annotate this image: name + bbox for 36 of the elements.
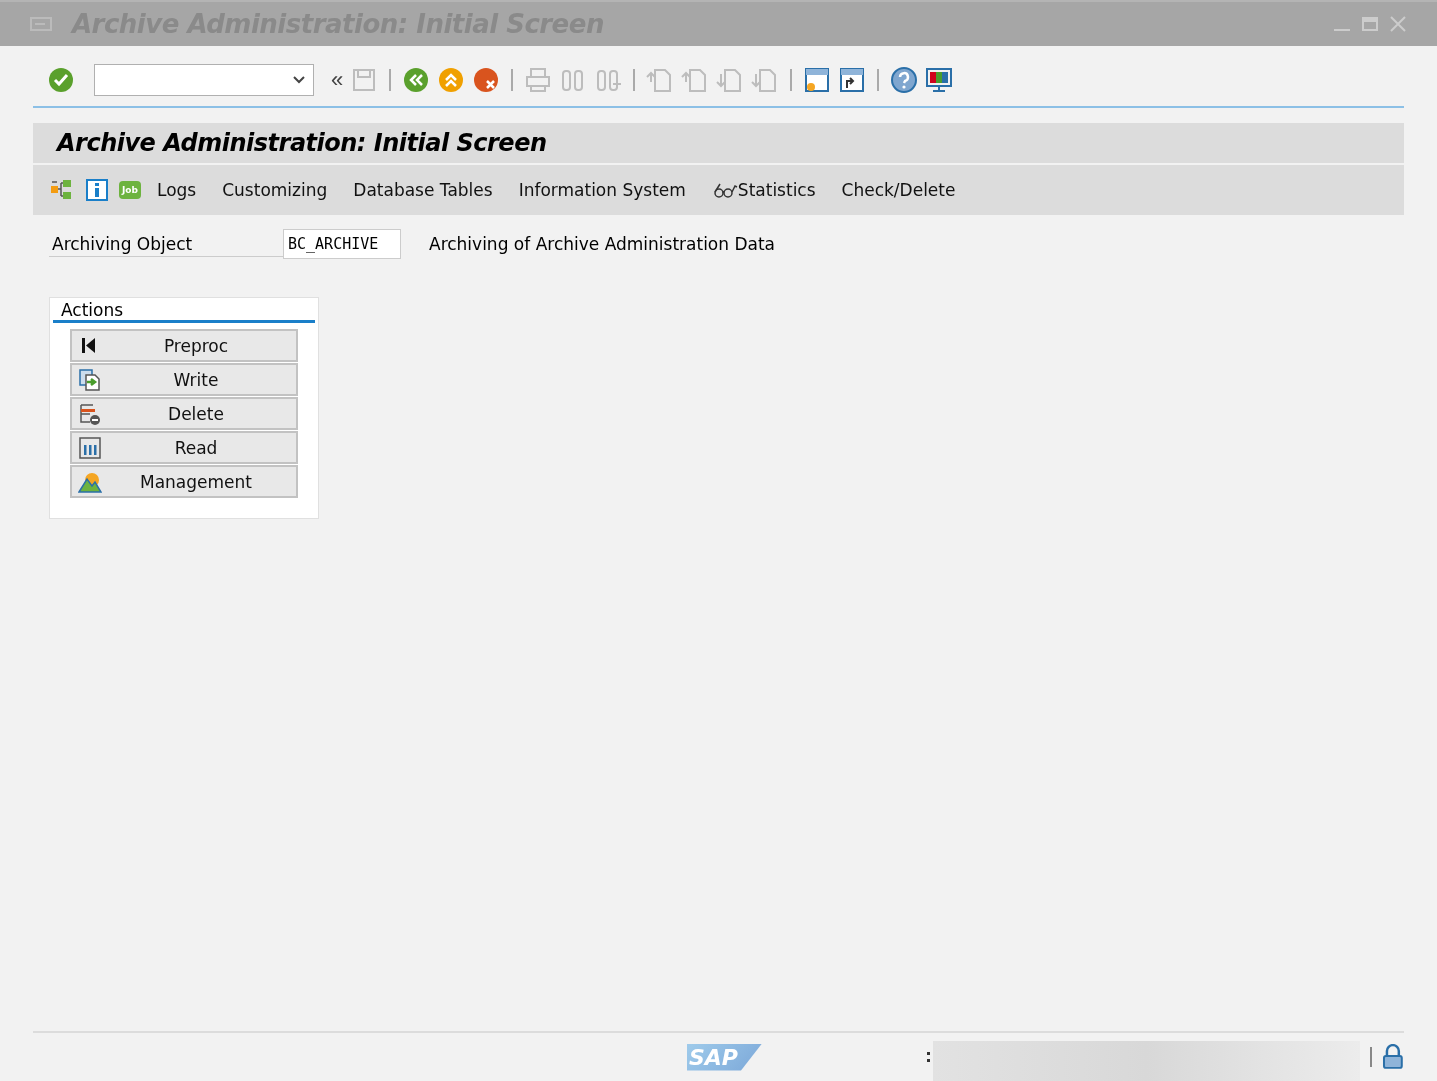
logo: SAP (687, 1043, 762, 1071)
lock-icon[interactable] (1382, 1044, 1404, 1070)
object-description: Archiving of Archive Administration Data (429, 234, 776, 254)
toolbar-button[interactable]: Database Tables (347, 180, 499, 200)
toolbar-button[interactable]: Statistics (705, 180, 822, 200)
dropdown-caret-icon[interactable] (293, 76, 305, 84)
action-button[interactable]: Read (70, 431, 298, 464)
delete-entry-icon (78, 401, 102, 426)
checkmark-icon[interactable] (47, 66, 75, 94)
document-arrow-icon (78, 367, 102, 392)
exit-icon[interactable] (437, 66, 466, 94)
action-button[interactable]: Delete (70, 397, 298, 430)
shortcut-icon[interactable] (838, 66, 867, 94)
close-icon[interactable] (1389, 15, 1407, 33)
back-icon[interactable] (402, 66, 431, 94)
action-button[interactable]: Management (70, 465, 298, 498)
help-icon[interactable] (890, 66, 919, 94)
cancel-icon[interactable] (472, 66, 501, 94)
monitor-icon[interactable] (925, 66, 954, 94)
columns-icon (78, 435, 102, 460)
action-button[interactable]: Preproc (70, 329, 298, 362)
actions-heading: Actions (53, 300, 315, 323)
maximize-icon[interactable] (1361, 15, 1379, 33)
collapse-button[interactable]: « (331, 67, 344, 93)
screen-title: Archive Administration: Initial Screen (57, 129, 547, 157)
command-field[interactable] (94, 64, 314, 96)
new-window-icon[interactable] (803, 66, 832, 94)
action-button[interactable]: Write (70, 363, 298, 396)
toolbar-button[interactable]: Customizing (216, 180, 334, 200)
toolbar-button[interactable]: Logs (151, 180, 203, 200)
field-label: Archiving Object (49, 231, 283, 257)
info-icon[interactable] (85, 178, 109, 202)
archiving-object-field[interactable]: BC_ARCHIVE (283, 229, 401, 259)
glasses-icon (711, 181, 738, 199)
toolbar-button[interactable]: Information System (512, 180, 692, 200)
toolbar-button[interactable]: Check/Delete (835, 180, 962, 200)
